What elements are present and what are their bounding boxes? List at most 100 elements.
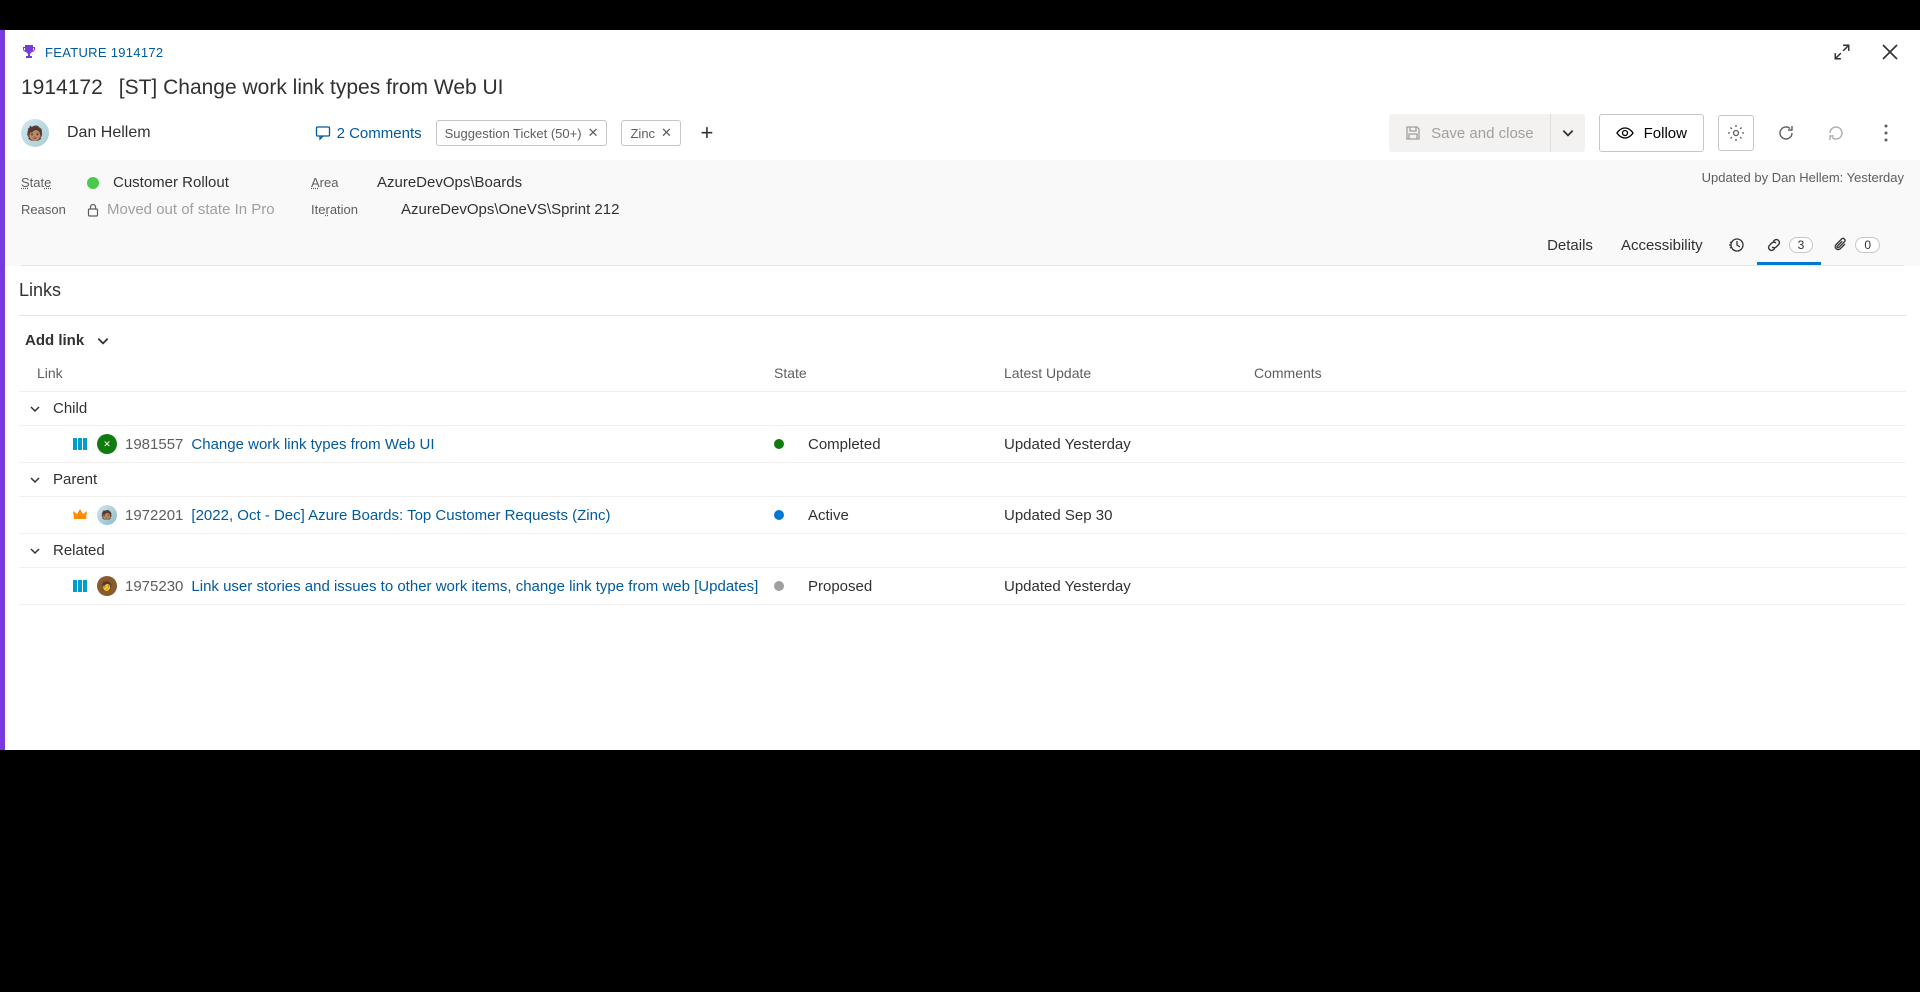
state-field-label: State xyxy=(21,175,87,190)
link-item-update: Updated Yesterday xyxy=(1004,578,1254,595)
work-item-type-breadcrumb[interactable]: FEATURE 1914172 xyxy=(21,44,163,60)
reason-field-label: Reason xyxy=(21,202,87,217)
follow-button[interactable]: Follow xyxy=(1599,114,1704,152)
group-label: Related xyxy=(53,542,105,559)
group-label: Parent xyxy=(53,471,97,488)
tag-remove-icon[interactable]: ✕ xyxy=(588,125,599,141)
work-item-title-row: 1914172 [ST] Change work link types from… xyxy=(5,70,1920,106)
more-actions-button[interactable] xyxy=(1868,115,1904,151)
save-and-close-button[interactable]: Save and close xyxy=(1389,114,1550,152)
col-update-header[interactable]: Latest Update xyxy=(1004,365,1254,381)
chevron-down-icon xyxy=(29,545,43,557)
assignee-name[interactable]: Dan Hellem xyxy=(67,124,151,142)
link-item-title[interactable]: Link user stories and issues to other wo… xyxy=(191,578,758,595)
add-link-button[interactable]: Add link xyxy=(19,326,1906,355)
links-table-header: Link State Latest Update Comments xyxy=(19,355,1906,392)
reason-field[interactable]: Reason Moved out of state In Pro xyxy=(21,201,311,218)
assignee-avatar-small: ✕ xyxy=(97,434,117,454)
comment-icon xyxy=(315,125,331,141)
link-item-title[interactable]: Change work link types from Web UI xyxy=(191,436,434,453)
link-item-title[interactable]: [2022, Oct - Dec] Azure Boards: Top Cust… xyxy=(191,507,610,524)
link-item-id: 1972201 xyxy=(125,507,183,524)
link-item-state: Proposed xyxy=(808,578,872,595)
comments-link[interactable]: 2 Comments xyxy=(315,125,422,142)
state-field-value: Customer Rollout xyxy=(113,174,229,191)
refresh-icon xyxy=(1776,123,1796,143)
area-field[interactable]: Area AzureDevOps\Boards xyxy=(311,174,1904,191)
links-tab-content: Links Add link Link State Latest Update … xyxy=(5,266,1920,619)
eye-icon xyxy=(1616,124,1634,142)
link-row[interactable]: 🧑 1975230 Link user stories and issues t… xyxy=(19,568,1906,605)
assignee-avatar[interactable]: 🧑🏽 xyxy=(21,119,49,147)
undo-button xyxy=(1818,115,1854,151)
col-link-header[interactable]: Link xyxy=(29,365,774,381)
links-count-badge: 3 xyxy=(1789,237,1814,253)
link-item-update: Updated Yesterday xyxy=(1004,436,1254,453)
refresh-button[interactable] xyxy=(1768,115,1804,151)
tag-zinc[interactable]: Zinc ✕ xyxy=(621,120,680,146)
save-icon xyxy=(1405,125,1421,141)
state-dot-icon xyxy=(774,439,784,449)
tab-attachments[interactable]: 0 xyxy=(1825,228,1888,265)
area-field-label: Area xyxy=(311,175,377,190)
tab-links[interactable]: 3 xyxy=(1757,228,1822,265)
expand-icon xyxy=(1833,43,1851,61)
tab-label: Details xyxy=(1547,237,1593,254)
iteration-field-label: Iteration xyxy=(311,202,401,217)
link-group-child[interactable]: Child xyxy=(19,392,1906,426)
dialog-header: FEATURE 1914172 xyxy=(5,30,1920,70)
iteration-field-value: AzureDevOps\OneVS\Sprint 212 xyxy=(401,201,619,218)
links-heading: Links xyxy=(19,280,1906,301)
epic-crown-icon xyxy=(71,506,89,524)
chevron-down-icon xyxy=(96,334,110,348)
fields-area: Updated by Dan Hellem: Yesterday State C… xyxy=(5,160,1920,266)
attachment-icon xyxy=(1833,236,1849,254)
scenario-icon xyxy=(71,577,89,595)
tag-label: Suggestion Ticket (50+) xyxy=(445,126,582,141)
chevron-down-icon xyxy=(29,474,43,486)
iteration-field[interactable]: Iteration AzureDevOps\OneVS\Sprint 212 xyxy=(311,201,1904,218)
link-row[interactable]: 🧑🏽 1972201 [2022, Oct - Dec] Azure Board… xyxy=(19,497,1906,534)
fullscreen-button[interactable] xyxy=(1828,38,1856,66)
tag-suggestion-ticket[interactable]: Suggestion Ticket (50+) ✕ xyxy=(436,120,608,146)
gear-icon xyxy=(1727,124,1745,142)
state-dot-icon xyxy=(87,177,99,189)
tag-remove-icon[interactable]: ✕ xyxy=(661,125,672,141)
reason-field-value: Moved out of state In Pro xyxy=(107,201,275,218)
link-group-parent[interactable]: Parent xyxy=(19,463,1906,497)
assignee-avatar-small: 🧑 xyxy=(97,576,117,596)
link-row[interactable]: ✕ 1981557 Change work link types from We… xyxy=(19,426,1906,463)
attachments-count-badge: 0 xyxy=(1855,237,1880,253)
link-item-state: Completed xyxy=(808,436,881,453)
col-comments-header[interactable]: Comments xyxy=(1254,365,1896,381)
tab-history[interactable] xyxy=(1719,228,1753,265)
link-group-related[interactable]: Related xyxy=(19,534,1906,568)
lock-icon xyxy=(87,203,107,217)
add-tag-button[interactable]: + xyxy=(695,120,719,146)
settings-button[interactable] xyxy=(1718,115,1754,151)
save-button-label: Save and close xyxy=(1431,125,1534,142)
tag-label: Zinc xyxy=(630,126,655,141)
link-item-id: 1975230 xyxy=(125,578,183,595)
group-label: Child xyxy=(53,400,87,417)
close-icon xyxy=(1880,42,1900,62)
add-link-label: Add link xyxy=(25,332,84,349)
close-button[interactable] xyxy=(1876,38,1904,66)
trophy-icon xyxy=(21,44,37,60)
col-state-header[interactable]: State xyxy=(774,365,1004,381)
save-dropdown-button[interactable] xyxy=(1550,114,1585,152)
work-item-title[interactable]: [ST] Change work link types from Web UI xyxy=(119,76,504,100)
tab-strip: Details Accessibility 3 0 xyxy=(21,228,1904,266)
link-item-state: Active xyxy=(808,507,849,524)
link-item-id: 1981557 xyxy=(125,436,183,453)
tab-details[interactable]: Details xyxy=(1535,229,1605,265)
state-field[interactable]: State Customer Rollout xyxy=(21,174,311,191)
save-split-button: Save and close xyxy=(1389,114,1585,152)
tab-accessibility[interactable]: Accessibility xyxy=(1609,229,1715,265)
kebab-icon xyxy=(1884,124,1888,142)
link-item-update: Updated Sep 30 xyxy=(1004,507,1254,524)
scenario-icon xyxy=(71,435,89,453)
area-field-value: AzureDevOps\Boards xyxy=(377,174,522,191)
comments-count-label: 2 Comments xyxy=(337,125,422,142)
work-item-id: 1914172 xyxy=(21,76,103,100)
